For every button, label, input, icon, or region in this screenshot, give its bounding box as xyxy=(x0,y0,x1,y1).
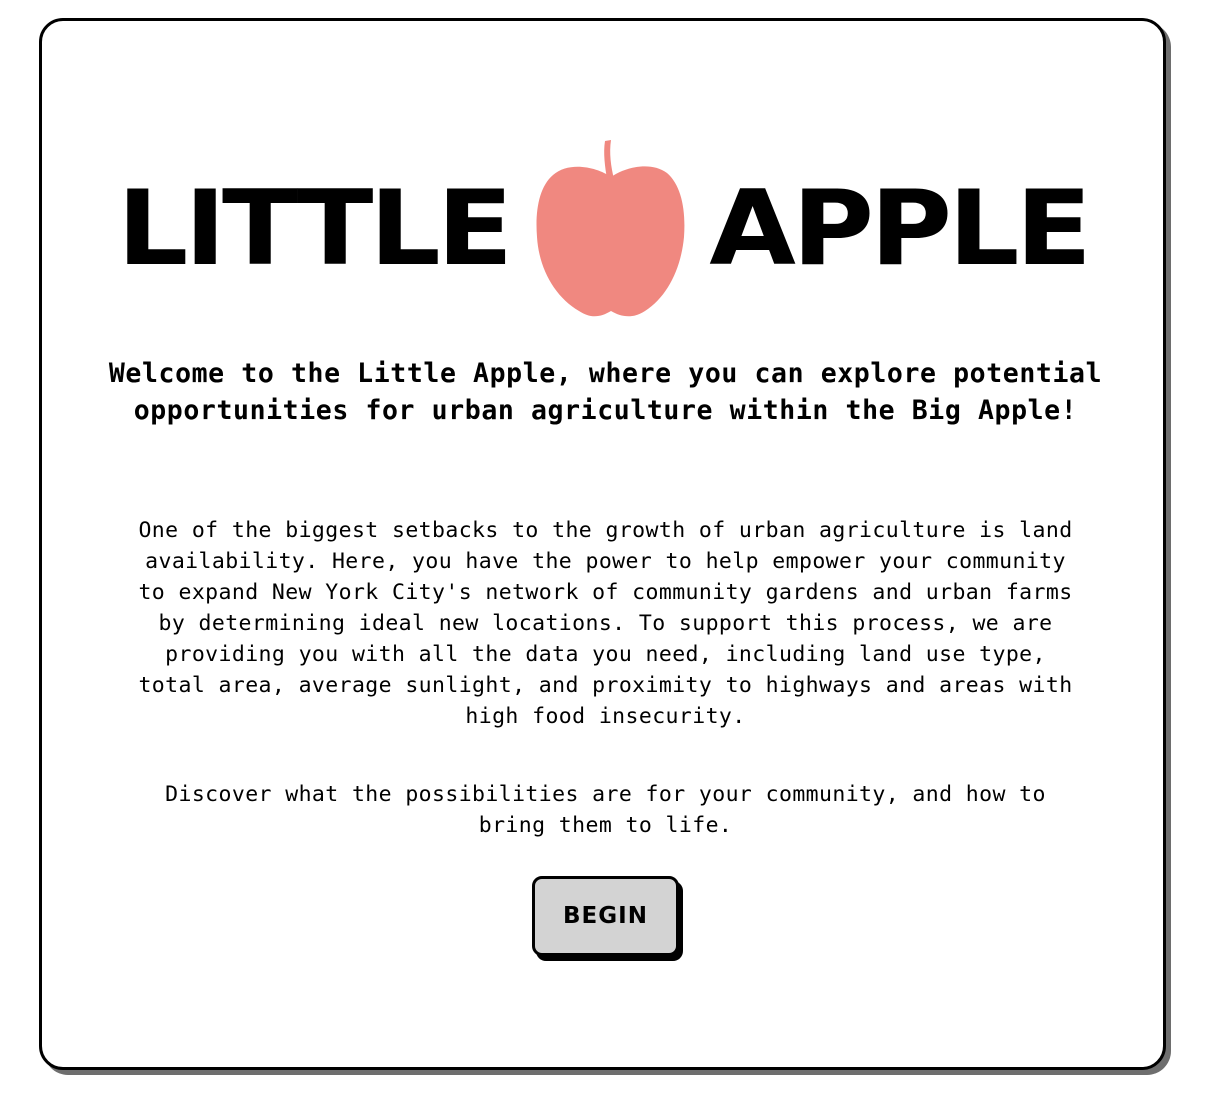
description-paragraph: One of the biggest setbacks to the growt… xyxy=(138,518,1073,729)
welcome-card: LITTLE APPLE Welcome to the Little Apple… xyxy=(39,18,1166,1070)
logo-word-apple: APPLE xyxy=(709,169,1092,289)
little-apple-logo: LITTLE APPLE xyxy=(42,139,1163,319)
logo-word-little: LITTLE xyxy=(116,169,513,289)
begin-button[interactable]: BEGIN xyxy=(532,876,679,956)
call-to-action-paragraph: Discover what the possibilities are for … xyxy=(165,782,1046,838)
welcome-headline: Welcome to the Little Apple, where you c… xyxy=(108,358,1103,426)
apple-icon xyxy=(536,140,685,317)
